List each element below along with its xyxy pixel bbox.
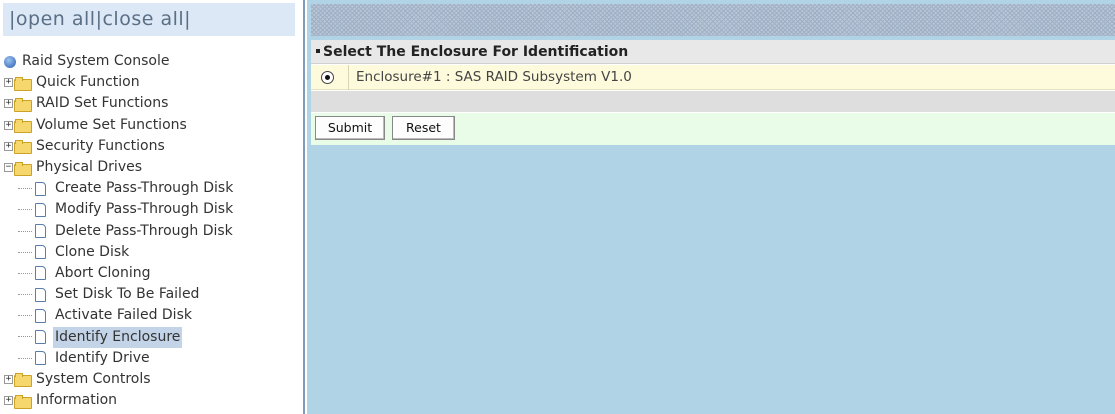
tree-connector bbox=[18, 209, 32, 211]
tree-connector bbox=[18, 294, 32, 296]
tree-connector bbox=[18, 188, 32, 190]
tree-folder-system-controls[interactable]: + System Controls bbox=[4, 369, 235, 390]
radio-cell bbox=[311, 65, 349, 90]
tree-item-clone-disk[interactable]: Clone Disk bbox=[4, 242, 235, 263]
separator: | bbox=[184, 8, 192, 30]
folder-icon bbox=[14, 373, 32, 388]
identify-enclosure-form: Select The Enclosure For Identification … bbox=[311, 40, 1115, 145]
tree-folder-physical-drives[interactable]: − Physical Drives bbox=[4, 157, 235, 178]
bullet-icon bbox=[316, 49, 320, 53]
tree-item-activate-failed-disk[interactable]: Activate Failed Disk bbox=[4, 305, 235, 326]
console-icon bbox=[4, 55, 16, 68]
tree-folder-label[interactable]: Security Functions bbox=[34, 136, 167, 157]
tree-folder-label[interactable]: Information bbox=[34, 390, 119, 411]
page-icon bbox=[35, 266, 46, 281]
tree-connector bbox=[18, 336, 32, 338]
reset-button[interactable]: Reset bbox=[392, 116, 455, 140]
tree-connector bbox=[18, 357, 32, 359]
page-icon bbox=[35, 308, 46, 323]
tree-folder-quick-function[interactable]: + Quick Function bbox=[4, 72, 235, 93]
tree-item-label[interactable]: Create Pass-Through Disk bbox=[53, 178, 235, 199]
tree-folder-information[interactable]: + Information bbox=[4, 390, 235, 411]
enclosure-option-row[interactable]: Enclosure#1 : SAS RAID Subsystem V1.0 bbox=[311, 65, 1115, 90]
tree-root-label: Raid System Console bbox=[22, 53, 170, 70]
page-icon bbox=[35, 202, 46, 217]
folder-icon bbox=[14, 119, 32, 134]
enclosure-radio-button[interactable] bbox=[321, 71, 334, 84]
page-icon bbox=[35, 224, 46, 239]
form-title: Select The Enclosure For Identification bbox=[311, 40, 1115, 64]
tree-connector bbox=[18, 251, 32, 253]
tree-folder-label[interactable]: System Controls bbox=[34, 369, 153, 390]
header-pattern-bar bbox=[311, 4, 1115, 36]
expand-plus-icon[interactable]: + bbox=[4, 78, 13, 88]
navigation-tree: Raid System Console + Quick Function + R… bbox=[4, 51, 235, 411]
tree-item-modify-pass-through-disk[interactable]: Modify Pass-Through Disk bbox=[4, 199, 235, 220]
button-row: Submit Reset bbox=[311, 113, 1115, 145]
open-folder-icon bbox=[14, 161, 32, 176]
form-title-text: Select The Enclosure For Identification bbox=[323, 44, 629, 60]
tree-item-label[interactable]: Set Disk To Be Failed bbox=[53, 284, 201, 305]
expand-plus-icon[interactable]: + bbox=[4, 141, 13, 151]
tree-item-create-pass-through-disk[interactable]: Create Pass-Through Disk bbox=[4, 178, 235, 199]
tree-item-label[interactable]: Modify Pass-Through Disk bbox=[53, 199, 235, 220]
tree-item-label[interactable]: Activate Failed Disk bbox=[53, 305, 194, 326]
expand-plus-icon[interactable]: + bbox=[4, 396, 13, 406]
tree-folder-raid-set-functions[interactable]: + RAID Set Functions bbox=[4, 93, 235, 114]
tree-root[interactable]: Raid System Console bbox=[4, 51, 235, 72]
folder-icon bbox=[14, 76, 32, 91]
tree-item-label[interactable]: Delete Pass-Through Disk bbox=[53, 221, 235, 242]
tree-item-abort-cloning[interactable]: Abort Cloning bbox=[4, 263, 235, 284]
tree-item-label-selected[interactable]: Identify Enclosure bbox=[53, 326, 183, 348]
tree-item-label[interactable]: Abort Cloning bbox=[53, 263, 152, 284]
collapse-minus-icon[interactable]: − bbox=[4, 163, 13, 173]
tree-folder-volume-set-functions[interactable]: + Volume Set Functions bbox=[4, 115, 235, 136]
page-icon bbox=[35, 245, 46, 260]
page-icon bbox=[35, 181, 46, 196]
tree-folder-security-functions[interactable]: + Security Functions bbox=[4, 136, 235, 157]
open-all-link[interactable]: open all bbox=[16, 8, 96, 30]
page-icon bbox=[35, 287, 46, 302]
content-frame: Select The Enclosure For Identification … bbox=[307, 0, 1115, 414]
folder-icon bbox=[14, 394, 32, 409]
navigation-frame: |open all|close all| Raid System Console… bbox=[0, 0, 305, 414]
close-all-link[interactable]: close all bbox=[102, 8, 184, 30]
page-icon bbox=[35, 351, 46, 366]
tree-item-label[interactable]: Identify Drive bbox=[53, 348, 152, 369]
tree-item-set-disk-to-be-failed[interactable]: Set Disk To Be Failed bbox=[4, 284, 235, 305]
expand-plus-icon[interactable]: + bbox=[4, 374, 13, 384]
expand-plus-icon[interactable]: + bbox=[4, 99, 13, 109]
tree-folder-label[interactable]: RAID Set Functions bbox=[34, 93, 170, 114]
folder-icon bbox=[14, 97, 32, 112]
tree-toolbar: |open all|close all| bbox=[3, 3, 295, 36]
tree-connector bbox=[18, 230, 32, 232]
submit-button[interactable]: Submit bbox=[315, 116, 385, 140]
tree-connector bbox=[18, 315, 32, 317]
tree-folder-label[interactable]: Physical Drives bbox=[34, 157, 144, 178]
enclosure-option-label[interactable]: Enclosure#1 : SAS RAID Subsystem V1.0 bbox=[356, 65, 632, 90]
tree-item-label[interactable]: Clone Disk bbox=[53, 242, 131, 263]
expand-plus-icon[interactable]: + bbox=[4, 120, 13, 130]
tree-item-identify-enclosure[interactable]: Identify Enclosure bbox=[4, 326, 235, 348]
page-icon bbox=[35, 330, 46, 345]
tree-folder-label[interactable]: Volume Set Functions bbox=[34, 115, 189, 136]
tree-connector bbox=[18, 272, 32, 274]
tree-item-delete-pass-through-disk[interactable]: Delete Pass-Through Disk bbox=[4, 221, 235, 242]
separator: | bbox=[9, 8, 16, 30]
spacer-row bbox=[311, 91, 1115, 112]
folder-icon bbox=[14, 140, 32, 155]
tree-folder-label[interactable]: Quick Function bbox=[34, 72, 142, 93]
tree-item-identify-drive[interactable]: Identify Drive bbox=[4, 348, 235, 369]
